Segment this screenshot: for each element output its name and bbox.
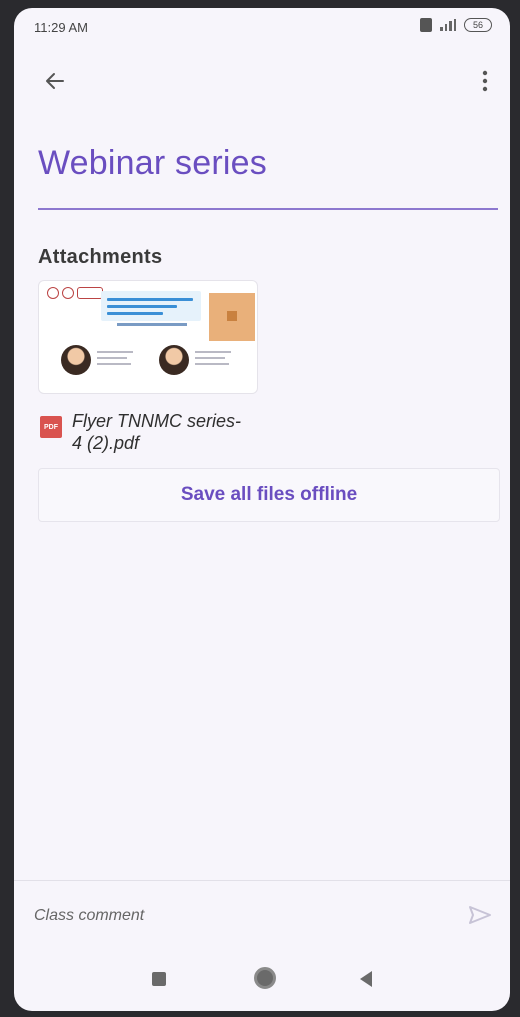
logo-icon xyxy=(47,287,59,299)
send-icon xyxy=(469,906,491,924)
thumbnail-tile xyxy=(209,293,255,341)
status-time: 11:29 AM xyxy=(34,20,88,35)
file-name: Flyer TNNMC series-4 (2).pdf xyxy=(72,411,241,453)
signal-icon xyxy=(440,19,456,31)
thumbnail-logos xyxy=(47,287,103,299)
save-all-offline-button[interactable]: Save all files offline xyxy=(38,468,500,522)
title-divider xyxy=(38,208,498,210)
sim-icon xyxy=(420,18,432,32)
page-title: Webinar series xyxy=(38,144,267,182)
speaker-photo xyxy=(159,345,189,375)
logo-icon xyxy=(77,287,103,299)
save-offline-label: Save all files offline xyxy=(180,484,358,505)
status-icons: 56 xyxy=(420,18,492,32)
system-nav-bar xyxy=(14,952,510,1008)
more-vertical-icon xyxy=(482,70,488,92)
more-options-button[interactable] xyxy=(470,64,500,98)
logo-icon xyxy=(62,287,74,299)
status-bar: 11:29 AM 56 xyxy=(14,8,510,48)
back-button[interactable] xyxy=(38,64,72,98)
arrow-left-icon xyxy=(46,73,64,89)
attachment-thumbnail[interactable] xyxy=(38,280,258,394)
back-triangle-icon[interactable] xyxy=(360,971,372,987)
send-button[interactable] xyxy=(464,900,496,930)
screen: 11:29 AM 56 Webinar series Attachments P… xyxy=(14,8,510,1011)
home-circle-icon[interactable] xyxy=(254,967,276,989)
battery-icon: 56 xyxy=(464,18,492,32)
class-comment-input[interactable] xyxy=(32,898,446,934)
recents-square-icon[interactable] xyxy=(152,972,166,986)
speaker-photo xyxy=(61,345,91,375)
attachment-file[interactable]: PDF Flyer TNNMC series-4 (2).pdf xyxy=(40,410,242,454)
thumbnail-subtitle-line xyxy=(117,323,187,326)
thumbnail-banner xyxy=(101,291,201,321)
phone-frame: 11:29 AM 56 Webinar series Attachments P… xyxy=(0,0,520,1017)
attachments-heading: Attachments xyxy=(38,246,163,268)
battery-level: 56 xyxy=(472,20,483,30)
pdf-icon: PDF xyxy=(40,416,62,438)
comment-divider xyxy=(14,880,510,881)
